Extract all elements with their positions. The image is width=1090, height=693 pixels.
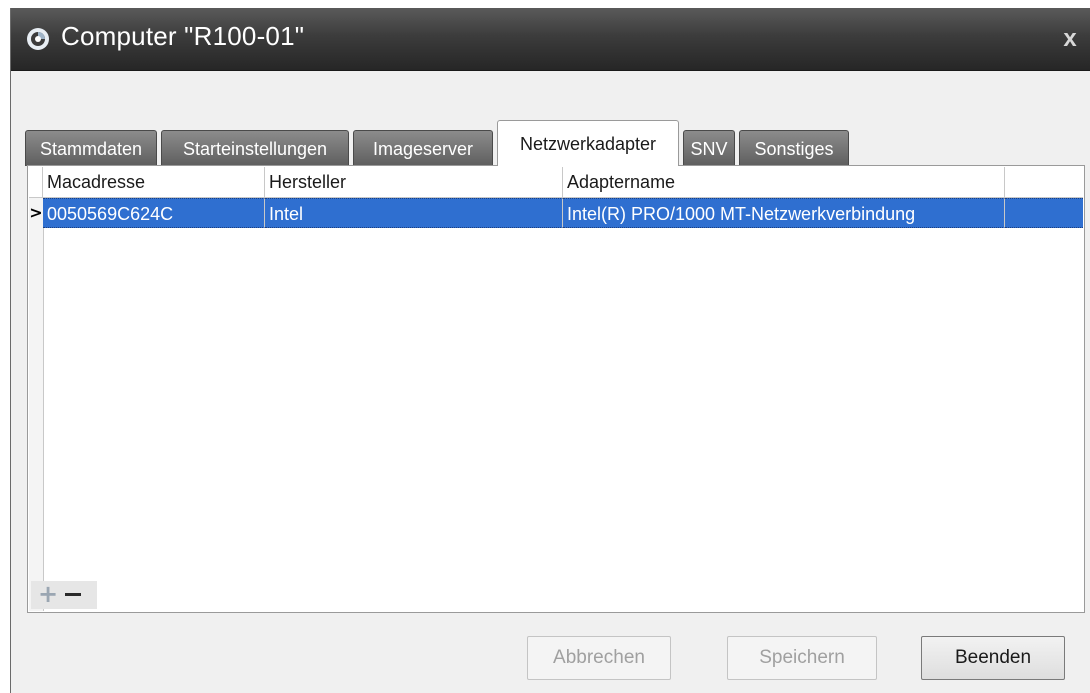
close-button[interactable]: Beenden [921,636,1065,680]
header-corner [29,167,43,197]
column-header-filler [1005,167,1083,197]
cell-filler [1005,198,1083,228]
add-icon[interactable]: + [37,582,59,606]
close-icon[interactable]: x [1057,26,1083,52]
tab-stammdaten[interactable]: Stammdaten [25,130,157,166]
window-title: Computer "R100-01" [61,21,305,51]
column-header-macadresse[interactable]: Macadresse [43,167,265,197]
grid-toolbar: + [31,581,97,609]
column-header-adaptername[interactable]: Adaptername [563,167,1005,197]
title-bar[interactable]: Computer "R100-01" x [11,8,1090,71]
row-indicator-column [29,167,44,611]
app-logo-icon [27,28,49,50]
save-button[interactable]: Speichern [727,636,877,680]
tab-panel: Macadresse Hersteller Adaptername > 0050… [27,165,1085,613]
column-header-hersteller[interactable]: Hersteller [265,167,563,197]
row-indicator-icon: > [29,203,43,222]
tab-netzwerkadapter[interactable]: Netzwerkadapter [497,120,679,166]
tab-starteinstellungen[interactable]: Starteinstellungen [161,130,349,166]
grid-header: Macadresse Hersteller Adaptername [29,167,1083,198]
table-row[interactable]: > 0050569C624C Intel Intel(R) PRO/1000 M… [29,198,1083,228]
tab-imageserver[interactable]: Imageserver [353,130,493,166]
network-adapter-grid[interactable]: Macadresse Hersteller Adaptername > 0050… [29,167,1083,611]
remove-icon[interactable] [61,583,83,605]
cell-hersteller[interactable]: Intel [265,198,563,228]
cancel-button[interactable]: Abbrechen [527,636,671,680]
cell-macadresse[interactable]: 0050569C624C [43,198,265,228]
tab-snv[interactable]: SNV [683,130,735,166]
tab-sonstiges[interactable]: Sonstiges [739,130,849,166]
cell-adaptername[interactable]: Intel(R) PRO/1000 MT-Netzwerkverbindung [563,198,1005,228]
dialog-window: Computer "R100-01" x Stammdaten Startein… [10,8,1090,693]
